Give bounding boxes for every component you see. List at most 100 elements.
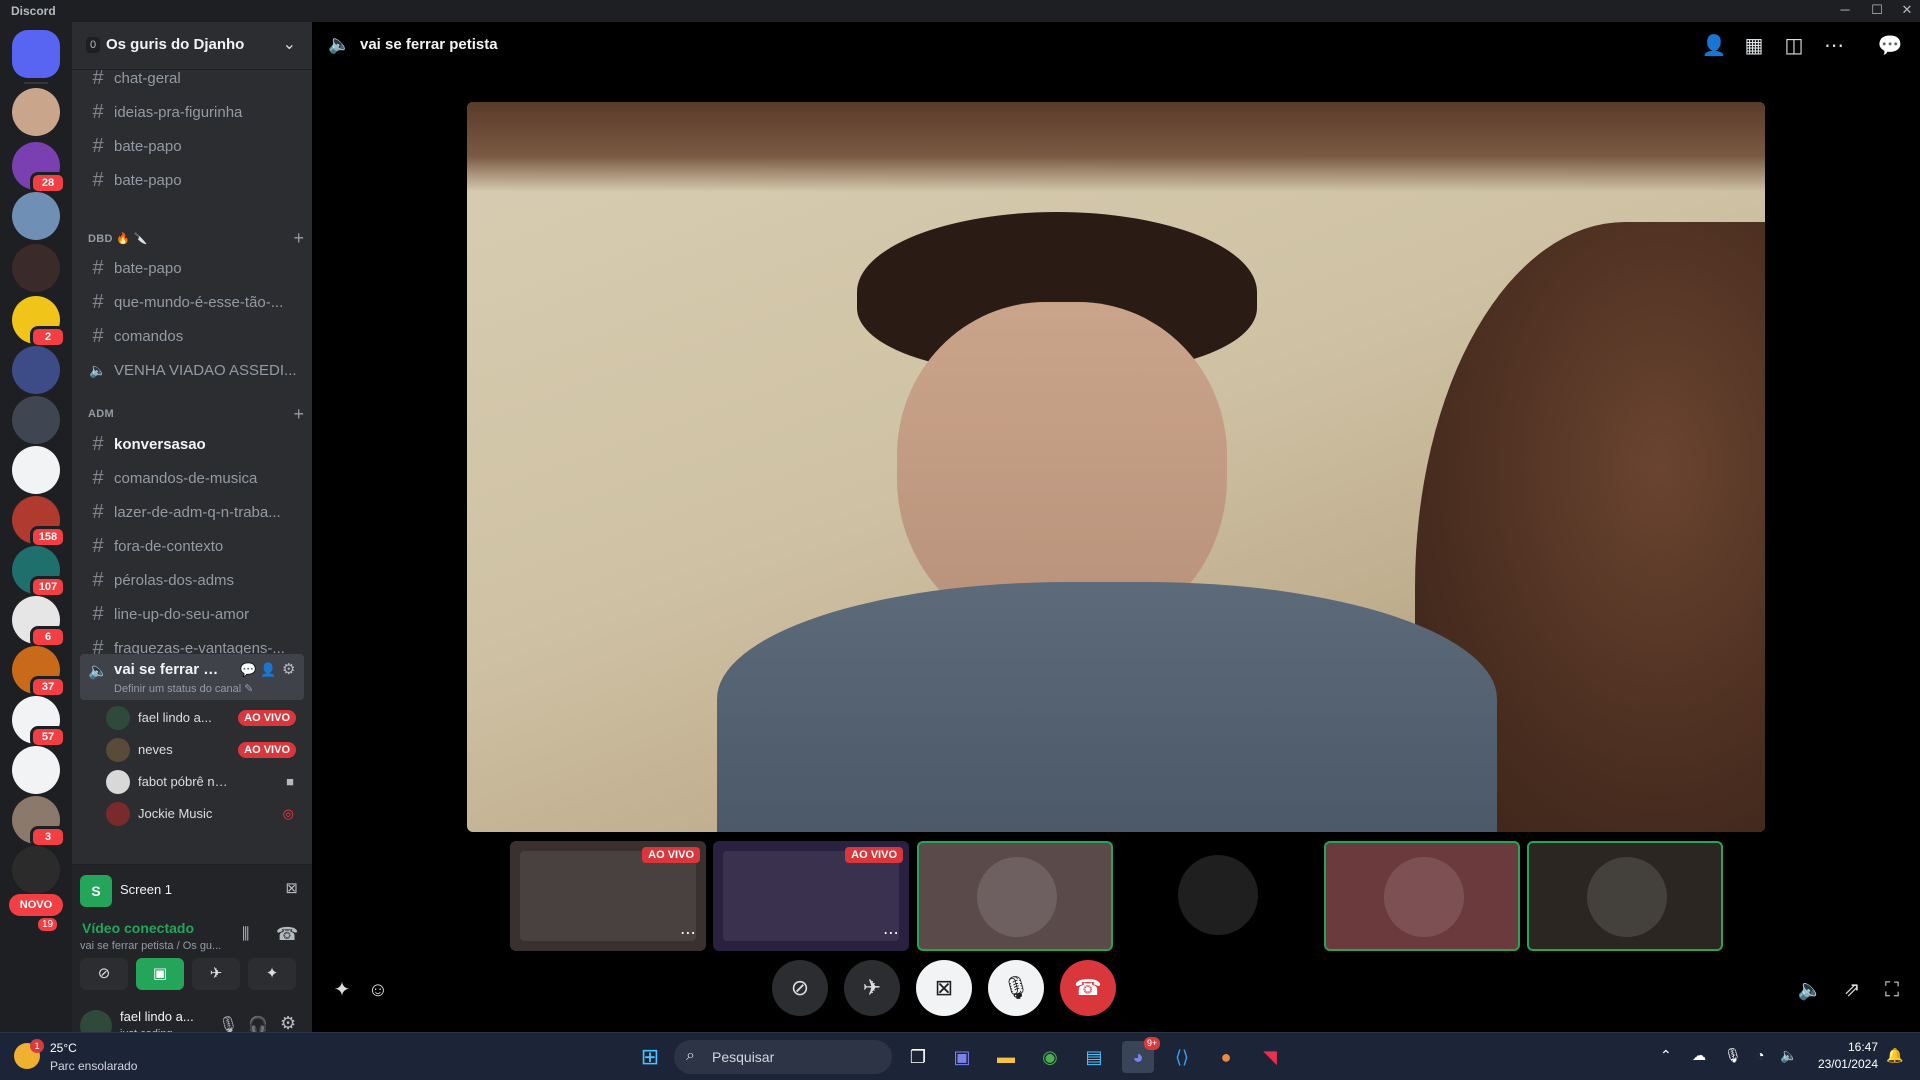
disconnect-button[interactable]: ☎	[1060, 960, 1116, 1016]
add-channel-icon[interactable]: +	[293, 404, 304, 425]
new-unreads-pill[interactable]: NOVO	[9, 894, 63, 916]
notification-bell-icon[interactable]: 🔔	[1886, 1047, 1903, 1064]
channel-item[interactable]: # bate-papo	[80, 130, 304, 162]
channel-item[interactable]: # comandos	[80, 320, 304, 352]
popout-icon[interactable]: ◫	[1780, 32, 1808, 60]
emoji-icon[interactable]: ☺	[364, 976, 392, 1004]
server-icon[interactable]: 6	[12, 596, 66, 648]
chevron-up-icon[interactable]: ⌃	[1660, 1047, 1672, 1064]
channel-item[interactable]: # konversasao	[80, 428, 304, 460]
mute-button[interactable]: 🎙	[988, 960, 1044, 1016]
fullscreen-icon[interactable]: ⛶	[1878, 976, 1906, 1004]
server-icon[interactable]	[12, 244, 60, 292]
stop-stream-icon[interactable]: ⊠	[285, 879, 298, 897]
server-icon[interactable]	[12, 446, 60, 494]
soundboard-icon[interactable]: ✦	[328, 976, 356, 1004]
focused-video[interactable]	[467, 102, 1765, 832]
postman-icon[interactable]: ●	[1210, 1041, 1242, 1073]
app-icon[interactable]: ◥	[1254, 1041, 1286, 1073]
channel-item[interactable]: # line-up-do-seu-amor	[80, 598, 304, 630]
volume-icon[interactable]: 🔈	[1796, 976, 1824, 1004]
channel-item[interactable]: # ideias-pra-figurinha	[80, 96, 304, 128]
channel-item[interactable]: # fora-de-contexto	[80, 530, 304, 562]
server-icon[interactable]	[12, 346, 60, 394]
tile-user-camera[interactable]	[917, 841, 1113, 951]
category-dbd[interactable]: DBD 🔥 🔪 +	[76, 226, 308, 250]
server-icon[interactable]: 158	[12, 496, 66, 548]
chevron-down-icon[interactable]: ⌄	[283, 34, 296, 54]
tile-music-bot[interactable]	[1324, 841, 1520, 951]
connection-location[interactable]: vai se ferrar petista / Os gu...	[80, 940, 230, 952]
server-icon[interactable]	[12, 846, 60, 894]
more-icon[interactable]: ⋯	[1820, 32, 1848, 60]
channel-item[interactable]: # bate-papo	[80, 252, 304, 284]
server-icon[interactable]: 57	[12, 696, 66, 748]
maximize-icon[interactable]: ☐	[1866, 2, 1888, 18]
tile-valorant-stream[interactable]: AO VIVO ⋯	[713, 841, 909, 951]
activity-button[interactable]: ✈	[844, 960, 900, 1016]
camera-off-button[interactable]: ⊘	[80, 958, 128, 990]
channel-item[interactable]: # pérolas-dos-adms	[80, 564, 304, 596]
server-icon[interactable]	[12, 88, 60, 136]
connection-status[interactable]: Vídeo conectado	[82, 920, 194, 936]
weather-status[interactable]: Parc ensolarado	[50, 1059, 137, 1073]
add-friend-icon[interactable]: 👤	[1700, 32, 1728, 60]
disconnect-icon[interactable]: ☎	[276, 924, 298, 945]
chat-icon[interactable]: 💬	[1876, 32, 1904, 60]
server-icon[interactable]	[12, 746, 60, 794]
voice-user[interactable]: neves AO VIVO	[106, 736, 304, 764]
tile-user-avatar[interactable]	[1527, 841, 1723, 951]
teams-icon[interactable]: ▣	[946, 1041, 978, 1073]
wifi-icon[interactable]: ◔	[1756, 1047, 1764, 1063]
channel-item[interactable]: # bate-papo	[80, 164, 304, 196]
camera-toggle-button[interactable]: ⊘	[772, 960, 828, 1016]
close-icon[interactable]: ✕	[1896, 2, 1918, 18]
server-icon[interactable]: 28	[12, 142, 66, 194]
active-voice-channel[interactable]: 🔈 vai se ferrar pet... 💬 👤 ⚙ Definir um …	[80, 654, 304, 700]
server-icon[interactable]	[12, 192, 60, 240]
popout-icon[interactable]: ⇗	[1838, 976, 1866, 1004]
grid-layout-icon[interactable]: ▦	[1740, 32, 1768, 60]
server-icon[interactable]	[12, 396, 60, 444]
cloud-icon[interactable]: ☁	[1692, 1047, 1706, 1064]
microphone-icon[interactable]: 🎙	[1724, 1047, 1742, 1064]
file-explorer-icon[interactable]: ▬	[990, 1041, 1022, 1073]
more-icon[interactable]: ⋯	[680, 923, 696, 943]
category-adm[interactable]: ADM +	[76, 402, 308, 426]
channel-status-hint[interactable]: Definir um status do canal ✎	[114, 682, 253, 695]
voice-user[interactable]: fael lindo a... AO VIVO	[106, 704, 304, 732]
server-icon[interactable]	[12, 30, 60, 78]
more-icon[interactable]: ⋯	[883, 923, 899, 943]
voice-user[interactable]: Jockie Music ◎	[106, 800, 304, 828]
stop-share-button[interactable]: ⊠	[916, 960, 972, 1016]
noise-suppression-icon[interactable]: ⫼	[242, 926, 249, 944]
username[interactable]: fael lindo a...	[120, 1009, 194, 1024]
task-view-icon[interactable]: ❐	[902, 1041, 934, 1073]
chat-bubble-icon[interactable]: 💬	[240, 662, 256, 678]
tile-screen-share[interactable]: AO VIVO ⋯	[510, 841, 706, 951]
invite-icon[interactable]: 👤	[260, 662, 276, 678]
channel-item[interactable]: # que-mundo-é-esse-tão-...	[80, 286, 304, 318]
gear-icon[interactable]: ⚙	[282, 660, 295, 678]
gear-icon[interactable]: ⚙	[280, 1013, 296, 1034]
soundboard-button[interactable]: ✦	[248, 958, 296, 990]
stream-preview-card[interactable]: S Screen 1 ⊠	[72, 864, 312, 914]
voice-user[interactable]: fabot póbrê nórdes... ■	[106, 768, 304, 796]
channel-item[interactable]: # chat-geral	[80, 62, 304, 94]
channel-item[interactable]: 🔈 VENHA VIADAO ASSEDI...	[80, 354, 304, 386]
taskbar-search[interactable]: ⌕ Pesquisar	[674, 1040, 892, 1074]
server-icon[interactable]: 2	[12, 296, 66, 348]
weather-temp[interactable]: 25°C	[50, 1041, 77, 1055]
add-channel-icon[interactable]: +	[293, 228, 304, 249]
windows-start-icon[interactable]: ⊞	[634, 1041, 666, 1073]
vscode-icon[interactable]: ⟨⟩	[1166, 1041, 1198, 1073]
minimize-icon[interactable]: ─	[1834, 2, 1856, 17]
tile-nah-avatar[interactable]	[1120, 841, 1316, 951]
chrome-icon[interactable]: ◉	[1034, 1041, 1066, 1073]
activity-button[interactable]: ✈	[192, 958, 240, 990]
store-icon[interactable]: ▤	[1078, 1041, 1110, 1073]
clock[interactable]: 16:47 23/01/2024	[1808, 1040, 1878, 1071]
volume-icon[interactable]: 🔈	[1780, 1047, 1797, 1064]
channel-item[interactable]: # comandos-de-musica	[80, 462, 304, 494]
server-icon[interactable]: 37	[12, 646, 66, 698]
